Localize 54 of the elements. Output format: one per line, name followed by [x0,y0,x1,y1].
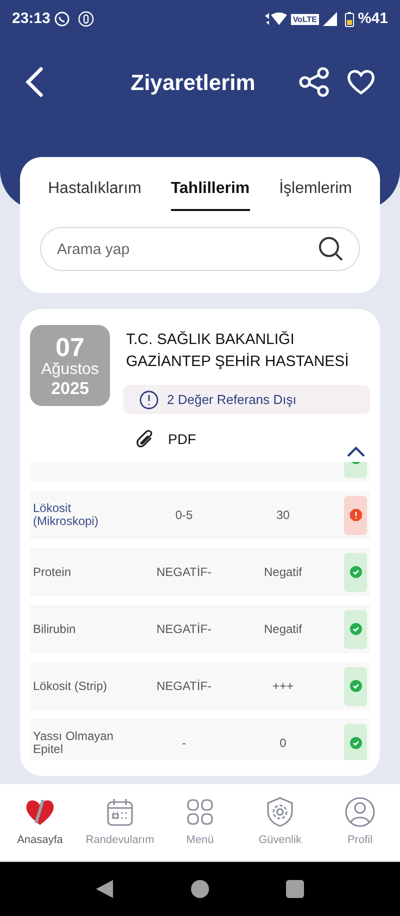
tab[interactable]: Tahlillerim [170,177,250,211]
check-icon [350,566,362,578]
result-value: Negatif [262,564,304,581]
result-value: +++ [271,678,295,695]
home-icon[interactable] [190,879,210,899]
back-icon [24,66,44,98]
search-field[interactable]: Arama yap [40,227,360,271]
chat-icon [54,11,70,27]
check-icon [350,680,362,692]
result-value: 0 [278,735,288,752]
page-title: Ziyaretlerim [130,68,256,97]
pdf-link[interactable]: PDF [136,429,196,450]
profile-icon [345,797,375,828]
heart-icon [346,68,376,96]
hospital-name: T.C. SAĞLIK BAKANLIĞI GAZİANTEP ŞEHİR HASTANESİ [126,330,350,372]
share-icon [298,66,330,98]
battery-icon [344,12,354,26]
wifi-icon [264,12,287,26]
result-value: 30 [275,507,291,524]
chevron-icon [346,446,366,458]
check-icon [350,737,362,749]
test-name: Lökosit (Strip) [33,680,108,692]
date-day: 07 [56,334,84,360]
result-value: Negatif [262,621,304,638]
battery-level: %41 [358,8,388,29]
calendar-icon [106,797,134,828]
back-icon[interactable] [96,880,114,898]
warning-icon [350,509,362,521]
reference-range: - [181,735,187,752]
test-name: Bilirubin [33,622,77,636]
recents-icon[interactable] [286,880,304,898]
date-year: 2025 [51,380,89,397]
tab[interactable]: Hastalıklarım [48,177,142,211]
collapse-button[interactable] [346,446,366,458]
reference-range: NEGATİF- [155,621,213,638]
test-name: Yassı Olmayan Epitel [33,730,114,756]
grid-icon [187,799,213,826]
clock: 23:13 [12,8,50,29]
shield-gear-icon [266,797,294,828]
signal-icon [322,12,337,26]
test-name: Protein [33,566,72,578]
reference-range: NEGATİF- [155,678,213,695]
search-icon [318,236,344,262]
alert-text: 2 Değer Referans Dışı [167,390,296,409]
test-name: Lökosit (Mikroskopi) [33,502,100,528]
date-month: Ağustos [41,362,99,378]
info-icon [139,390,159,410]
reference-range: 0-5 [174,507,194,524]
reference-range: NEGATİF- [155,564,213,581]
tab[interactable]: İşlemlerim [279,177,352,211]
favorite-button[interactable] [346,68,376,96]
nav-item[interactable]: Anasayfa [2,796,78,849]
check-icon [350,623,362,635]
share-button[interactable] [298,66,330,98]
